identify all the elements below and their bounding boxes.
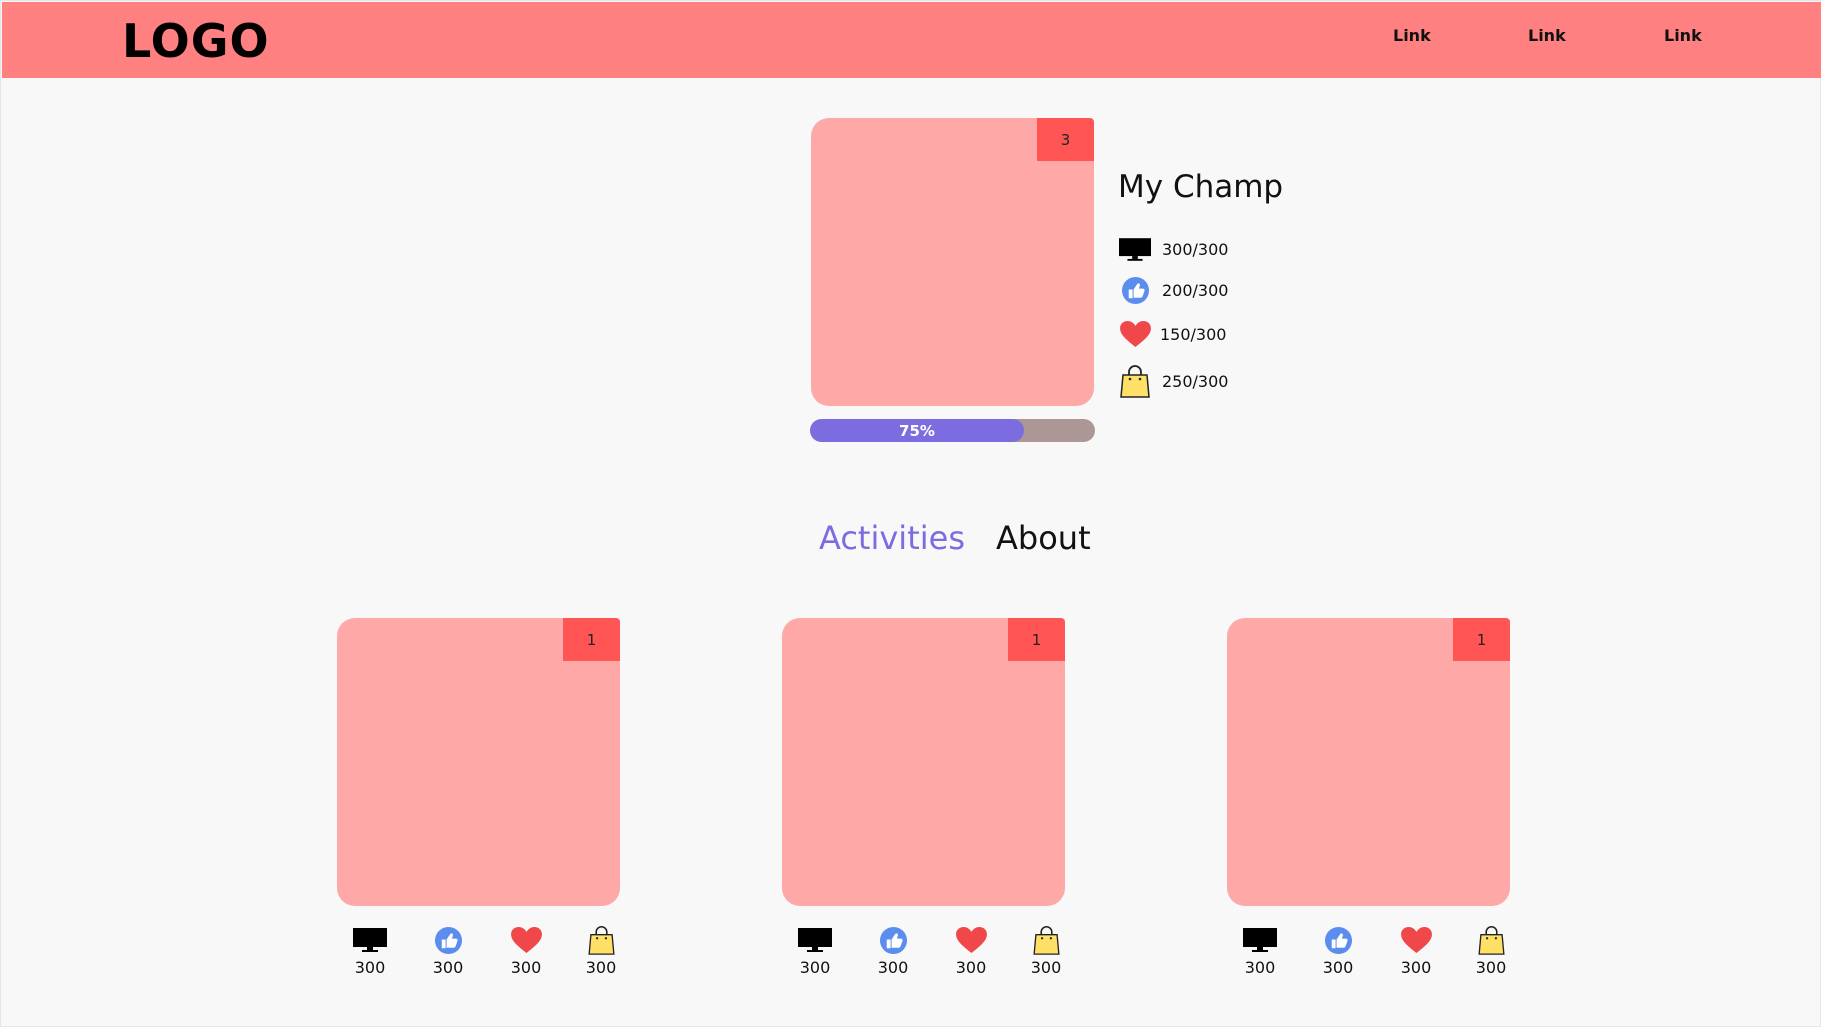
activity-stat-shopping-value: 300 bbox=[1030, 958, 1062, 977]
champ-progress-label: 75% bbox=[899, 421, 935, 440]
shopping-bag-icon bbox=[1461, 925, 1521, 955]
activity-card-2[interactable]: 1 bbox=[782, 618, 1065, 906]
monitor-icon bbox=[1118, 232, 1152, 266]
thumbs-up-icon bbox=[1118, 273, 1152, 307]
activity-stat-likes-value: 300 bbox=[1322, 958, 1354, 977]
heart-icon bbox=[1118, 317, 1152, 351]
champ-image-card[interactable]: 3 bbox=[811, 118, 1094, 406]
activity-stat-love: 300 bbox=[496, 925, 556, 977]
champ-stat-screen-value: 300/300 bbox=[1162, 239, 1229, 259]
activity-card-1-badge: 1 bbox=[563, 618, 620, 661]
monitor-icon bbox=[785, 925, 845, 955]
nav-link-3[interactable]: Link bbox=[1664, 26, 1702, 45]
activity-stat-love-value: 300 bbox=[510, 958, 542, 977]
activity-stat-shopping: 300 bbox=[571, 925, 631, 977]
activity-stat-screen: 300 bbox=[1230, 925, 1290, 977]
thumbs-up-icon bbox=[418, 925, 478, 955]
activity-card-3-badge: 1 bbox=[1453, 618, 1510, 661]
activity-stat-likes-value: 300 bbox=[877, 958, 909, 977]
champ-stat-likes: 200/300 bbox=[1118, 272, 1228, 308]
activity-stat-shopping-value: 300 bbox=[585, 958, 617, 977]
activity-stat-screen-value: 300 bbox=[354, 958, 386, 977]
champ-stat-shopping-value: 250/300 bbox=[1162, 371, 1229, 391]
champ-stat-love: 150/300 bbox=[1118, 316, 1226, 352]
shopping-bag-icon bbox=[571, 925, 631, 955]
activity-stat-likes-value: 300 bbox=[432, 958, 464, 977]
heart-icon bbox=[1386, 925, 1446, 955]
activity-stat-screen-value: 300 bbox=[799, 958, 831, 977]
activity-stat-likes: 300 bbox=[1308, 925, 1368, 977]
activity-card-2-stats: 300 300 300 300 bbox=[782, 925, 1065, 981]
tab-activities[interactable]: Activities bbox=[819, 519, 965, 557]
activity-card-3[interactable]: 1 bbox=[1227, 618, 1510, 906]
monitor-icon bbox=[340, 925, 400, 955]
logo[interactable]: LOGO bbox=[122, 14, 270, 68]
nav-link-2[interactable]: Link bbox=[1528, 26, 1566, 45]
champ-title: My Champ bbox=[1118, 169, 1284, 205]
champ-stat-likes-value: 200/300 bbox=[1162, 280, 1229, 300]
activity-stat-love-value: 300 bbox=[1400, 958, 1432, 977]
thumbs-up-icon bbox=[1308, 925, 1368, 955]
tab-about[interactable]: About bbox=[996, 519, 1091, 557]
activity-stat-likes: 300 bbox=[863, 925, 923, 977]
monitor-icon bbox=[1230, 925, 1290, 955]
activity-stat-likes: 300 bbox=[418, 925, 478, 977]
activity-stat-screen: 300 bbox=[340, 925, 400, 977]
thumbs-up-icon bbox=[863, 925, 923, 955]
app-frame: LOGO Link Link Link 3 75% My Champ 300/3… bbox=[0, 0, 1821, 1027]
champ-level-badge: 3 bbox=[1037, 118, 1094, 161]
activity-card-3-stats: 300 300 300 300 bbox=[1227, 925, 1510, 981]
champ-stat-love-value: 150/300 bbox=[1160, 324, 1227, 344]
activity-stat-shopping: 300 bbox=[1461, 925, 1521, 977]
activity-stat-screen: 300 bbox=[785, 925, 845, 977]
activity-stat-shopping: 300 bbox=[1016, 925, 1076, 977]
shopping-bag-icon bbox=[1118, 364, 1152, 398]
activity-card-1[interactable]: 1 bbox=[337, 618, 620, 906]
heart-icon bbox=[496, 925, 556, 955]
champ-stat-screen: 300/300 bbox=[1118, 231, 1228, 267]
activity-card-1-stats: 300 300 300 300 bbox=[337, 925, 620, 981]
champ-stat-shopping: 250/300 bbox=[1118, 363, 1228, 399]
shopping-bag-icon bbox=[1016, 925, 1076, 955]
activity-stat-love-value: 300 bbox=[955, 958, 987, 977]
top-navbar: LOGO Link Link Link bbox=[2, 2, 1821, 78]
activity-stat-shopping-value: 300 bbox=[1475, 958, 1507, 977]
nav-link-1[interactable]: Link bbox=[1393, 26, 1431, 45]
activity-stat-love: 300 bbox=[941, 925, 1001, 977]
activity-stat-screen-value: 300 bbox=[1244, 958, 1276, 977]
champ-progress-bar: 75% bbox=[810, 419, 1095, 442]
activity-stat-love: 300 bbox=[1386, 925, 1446, 977]
heart-icon bbox=[941, 925, 1001, 955]
activity-card-2-badge: 1 bbox=[1008, 618, 1065, 661]
